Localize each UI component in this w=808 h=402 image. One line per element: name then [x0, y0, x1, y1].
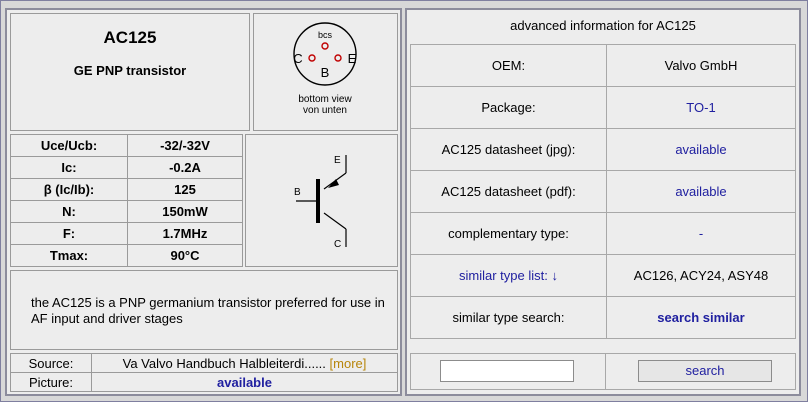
- pin-caption-de: von unten: [303, 105, 347, 116]
- source-table: Source: Va Valvo Handbuch Halbleiterdi..…: [10, 353, 398, 392]
- pin-e-label: E: [348, 51, 357, 66]
- search-similar-link[interactable]: search similar: [606, 296, 796, 339]
- package-row: Package: TO-1: [410, 86, 796, 129]
- picture-label: Picture:: [10, 372, 92, 392]
- complementary-link[interactable]: -: [606, 212, 796, 255]
- source-row: Source: Va Valvo Handbuch Halbleiterdi..…: [10, 353, 398, 373]
- pinout-icon: bcs C E B bottom view von unten: [293, 22, 357, 116]
- symbol-e-label: E: [334, 155, 341, 166]
- spec-row: Ic: -0.2A: [10, 156, 243, 179]
- oem-value: Valvo GmbH: [606, 44, 796, 87]
- spec-value: 90°C: [127, 244, 243, 267]
- symbol-b-label: B: [294, 187, 301, 198]
- spec-key: Ic:: [10, 156, 128, 179]
- source-text: Va Valvo Handbuch Halbleiterdi......: [122, 355, 326, 371]
- similar-search-label: similar type search:: [410, 296, 607, 339]
- package-label: Package:: [410, 86, 607, 129]
- picture-link[interactable]: available: [91, 372, 398, 392]
- datasheet-jpg-row: AC125 datasheet (jpg): available: [410, 128, 796, 171]
- pin-c-label: C: [293, 51, 302, 66]
- complementary-row: complementary type: -: [410, 212, 796, 255]
- advanced-info-panel: advanced information for AC125 OEM: Valvo…: [405, 8, 801, 396]
- source-label: Source:: [10, 353, 92, 373]
- spec-key: Uce/Ucb:: [10, 134, 128, 157]
- description-text: the AC125 is a PNP germanium transistor …: [31, 295, 385, 326]
- datasheet-jpg-label: AC125 datasheet (jpg):: [410, 128, 607, 171]
- similar-list-value: AC126, ACY24, ASY48: [606, 254, 796, 297]
- search-input[interactable]: [440, 360, 574, 382]
- oem-row: OEM: Valvo GmbH: [410, 44, 796, 87]
- description-box: the AC125 is a PNP germanium transistor …: [10, 270, 398, 350]
- pnp-symbol-icon: E B C: [294, 155, 347, 250]
- part-subtitle: GE PNP transistor: [73, 63, 187, 78]
- part-title: AC125: [103, 28, 157, 47]
- similar-list-toggle[interactable]: similar type list: ↓: [410, 254, 607, 297]
- pin-b-label: B: [321, 65, 330, 80]
- spec-row: Uce/Ucb: -32/-32V: [10, 134, 243, 157]
- oem-label: OEM:: [410, 44, 607, 87]
- spec-key: Tmax:: [10, 244, 128, 267]
- pin-top-label: bcs: [318, 30, 333, 40]
- spec-value: 1.7MHz: [127, 222, 243, 245]
- spec-table: Uce/Ucb: -32/-32V Ic: -0.2A β (Ic/Ib): 125 …: [10, 134, 243, 267]
- spec-value: 150mW: [127, 200, 243, 223]
- spec-key: β (Ic/Ib):: [10, 178, 128, 201]
- pin-caption-en: bottom view: [298, 94, 352, 105]
- part-header: AC125 GE PNP transistor: [10, 13, 250, 131]
- complementary-label: complementary type:: [410, 212, 607, 255]
- spec-row: Tmax: 90°C: [10, 244, 243, 267]
- datasheet-pdf-label: AC125 datasheet (pdf):: [410, 170, 607, 213]
- picture-row: Picture: available: [10, 372, 398, 392]
- datasheet-pdf-link[interactable]: available: [606, 170, 796, 213]
- spec-key: F:: [10, 222, 128, 245]
- part-info-panel: AC125 GE PNP transistor bcs C E B bottom…: [5, 8, 402, 396]
- search-row-divider: [605, 353, 606, 390]
- spec-value: -32/-32V: [127, 134, 243, 157]
- datasheet-pdf-row: AC125 datasheet (pdf): available: [410, 170, 796, 213]
- spec-row: β (Ic/Ib): 125: [10, 178, 243, 201]
- spec-key: N:: [10, 200, 128, 223]
- advanced-table: OEM: Valvo GmbH Package: TO-1 AC125 datash…: [410, 44, 796, 339]
- package-link[interactable]: TO-1: [606, 86, 796, 129]
- transistor-symbol: E B C: [245, 134, 398, 267]
- symbol-c-label: C: [334, 239, 341, 250]
- similar-list-row: similar type list: ↓ AC126, ACY24, ASY48: [410, 254, 796, 297]
- similar-search-row: similar type search: search similar: [410, 296, 796, 339]
- datasheet-jpg-link[interactable]: available: [606, 128, 796, 171]
- spec-value: -0.2A: [127, 156, 243, 179]
- spec-value: 125: [127, 178, 243, 201]
- search-button[interactable]: search: [638, 360, 772, 382]
- source-value: Va Valvo Handbuch Halbleiterdi...... [mo…: [91, 353, 398, 373]
- spec-row: N: 150mW: [10, 200, 243, 223]
- spec-row: F: 1.7MHz: [10, 222, 243, 245]
- more-link[interactable]: [more]: [330, 356, 367, 371]
- advanced-title: advanced information for AC125: [510, 18, 696, 33]
- pinout-diagram: bcs C E B bottom view von unten: [253, 13, 398, 131]
